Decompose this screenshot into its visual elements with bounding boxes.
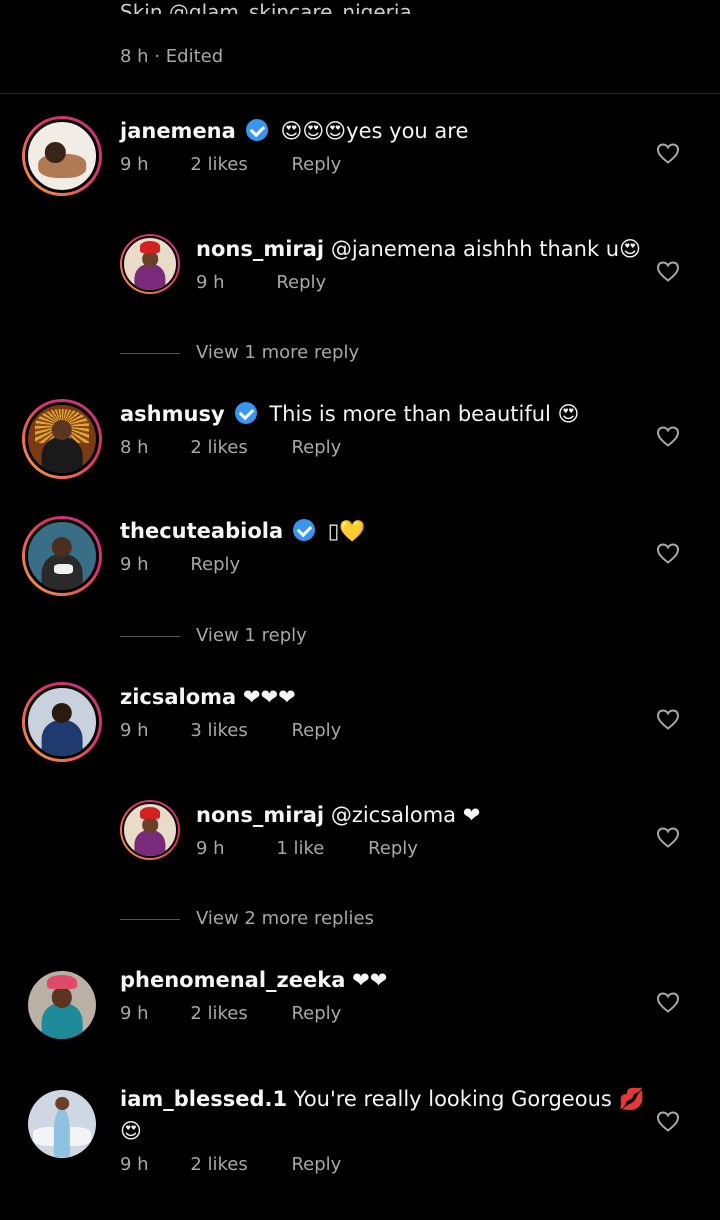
- avatar[interactable]: [22, 682, 102, 762]
- view-replies-button[interactable]: View 1 reply: [120, 625, 307, 646]
- likes-count[interactable]: 3 likes: [190, 720, 247, 741]
- heart-outline-icon[interactable]: [656, 142, 680, 164]
- comment-time: 9 h: [120, 554, 149, 575]
- comment-text: @janemena aishhh thank u😍: [330, 237, 641, 261]
- likes-count[interactable]: 1 like: [276, 838, 324, 859]
- heart-outline-icon[interactable]: [656, 425, 680, 447]
- comment-time: 8 h: [120, 437, 149, 458]
- heart-outline-icon[interactable]: [656, 1110, 680, 1132]
- comment-time: 9 h: [120, 1154, 149, 1175]
- reply-button[interactable]: Reply: [291, 720, 341, 741]
- likes-count[interactable]: 2 likes: [190, 154, 247, 175]
- comment-time: 9 h: [196, 272, 225, 293]
- likes-count[interactable]: 2 likes: [190, 437, 247, 458]
- heart-outline-icon[interactable]: [656, 542, 680, 564]
- comment-username[interactable]: janemena: [120, 119, 236, 143]
- previous-comment-meta: 8 h · Edited: [120, 46, 224, 67]
- comment-time: 9 h: [120, 154, 149, 175]
- heart-outline-icon[interactable]: [656, 260, 680, 282]
- reply-button[interactable]: Reply: [291, 1154, 341, 1175]
- avatar[interactable]: [120, 234, 180, 294]
- previous-comment-text: Skin @glam_skincare_nigeria: [120, 0, 412, 14]
- comment-time: 8 h: [120, 46, 149, 67]
- avatar[interactable]: [22, 399, 102, 479]
- avatar[interactable]: [22, 116, 102, 196]
- comment-time: 9 h: [120, 720, 149, 741]
- reply-button[interactable]: Reply: [276, 272, 326, 293]
- likes-count[interactable]: 2 likes: [190, 1154, 247, 1175]
- previous-comment: Skin @glam_skincare_nigeria 8 h · Edited: [0, 0, 720, 94]
- comment-username[interactable]: phenomenal_zeeka: [120, 968, 345, 992]
- reply-button[interactable]: Reply: [291, 437, 341, 458]
- likes-count[interactable]: 2 likes: [190, 1003, 247, 1024]
- view-more-replies-button[interactable]: View 2 more replies: [120, 908, 374, 929]
- divider-line: [120, 635, 180, 637]
- comment-username[interactable]: zicsaloma: [120, 685, 236, 709]
- comment-username[interactable]: iam_blessed.1: [120, 1087, 287, 1111]
- verified-badge-icon: [234, 402, 257, 424]
- avatar[interactable]: [28, 1090, 96, 1158]
- comment-username[interactable]: nons_miraj: [196, 237, 324, 261]
- heart-outline-icon[interactable]: [656, 991, 680, 1013]
- avatar[interactable]: [22, 516, 102, 596]
- comment-username[interactable]: nons_miraj: [196, 803, 324, 827]
- comment-time: 9 h: [196, 838, 225, 859]
- divider-line: [120, 352, 180, 354]
- comment-text: 😍😍😍yes you are: [280, 119, 469, 143]
- comment-text: This is more than beautiful 😍: [269, 402, 580, 426]
- comment-time: 9 h: [120, 1003, 149, 1024]
- verified-badge-icon: [245, 119, 268, 141]
- reply-button[interactable]: Reply: [190, 554, 240, 575]
- heart-outline-icon[interactable]: [656, 826, 680, 848]
- comment-text: ❤❤: [352, 968, 388, 992]
- avatar[interactable]: [28, 971, 96, 1039]
- comment-text: You're really looking Gorgeous 💋: [293, 1087, 645, 1111]
- comment-username[interactable]: ashmusy: [120, 402, 225, 426]
- reply-button[interactable]: Reply: [291, 1003, 341, 1024]
- verified-badge-icon: [293, 519, 316, 541]
- avatar[interactable]: [120, 800, 180, 860]
- comment-text: ▯💛: [327, 519, 366, 543]
- view-more-replies-button[interactable]: View 1 more reply: [120, 342, 359, 363]
- comment-text: ❤❤❤: [242, 685, 296, 709]
- reply-button[interactable]: Reply: [291, 154, 341, 175]
- comment-text: @zicsaloma ❤: [330, 803, 481, 827]
- comment-username[interactable]: thecuteabiola: [120, 519, 283, 543]
- comment-text-continued: 😍: [120, 1119, 142, 1143]
- heart-outline-icon[interactable]: [656, 708, 680, 730]
- divider-line: [120, 918, 180, 920]
- edited-label: Edited: [165, 46, 224, 67]
- reply-button[interactable]: Reply: [368, 838, 418, 859]
